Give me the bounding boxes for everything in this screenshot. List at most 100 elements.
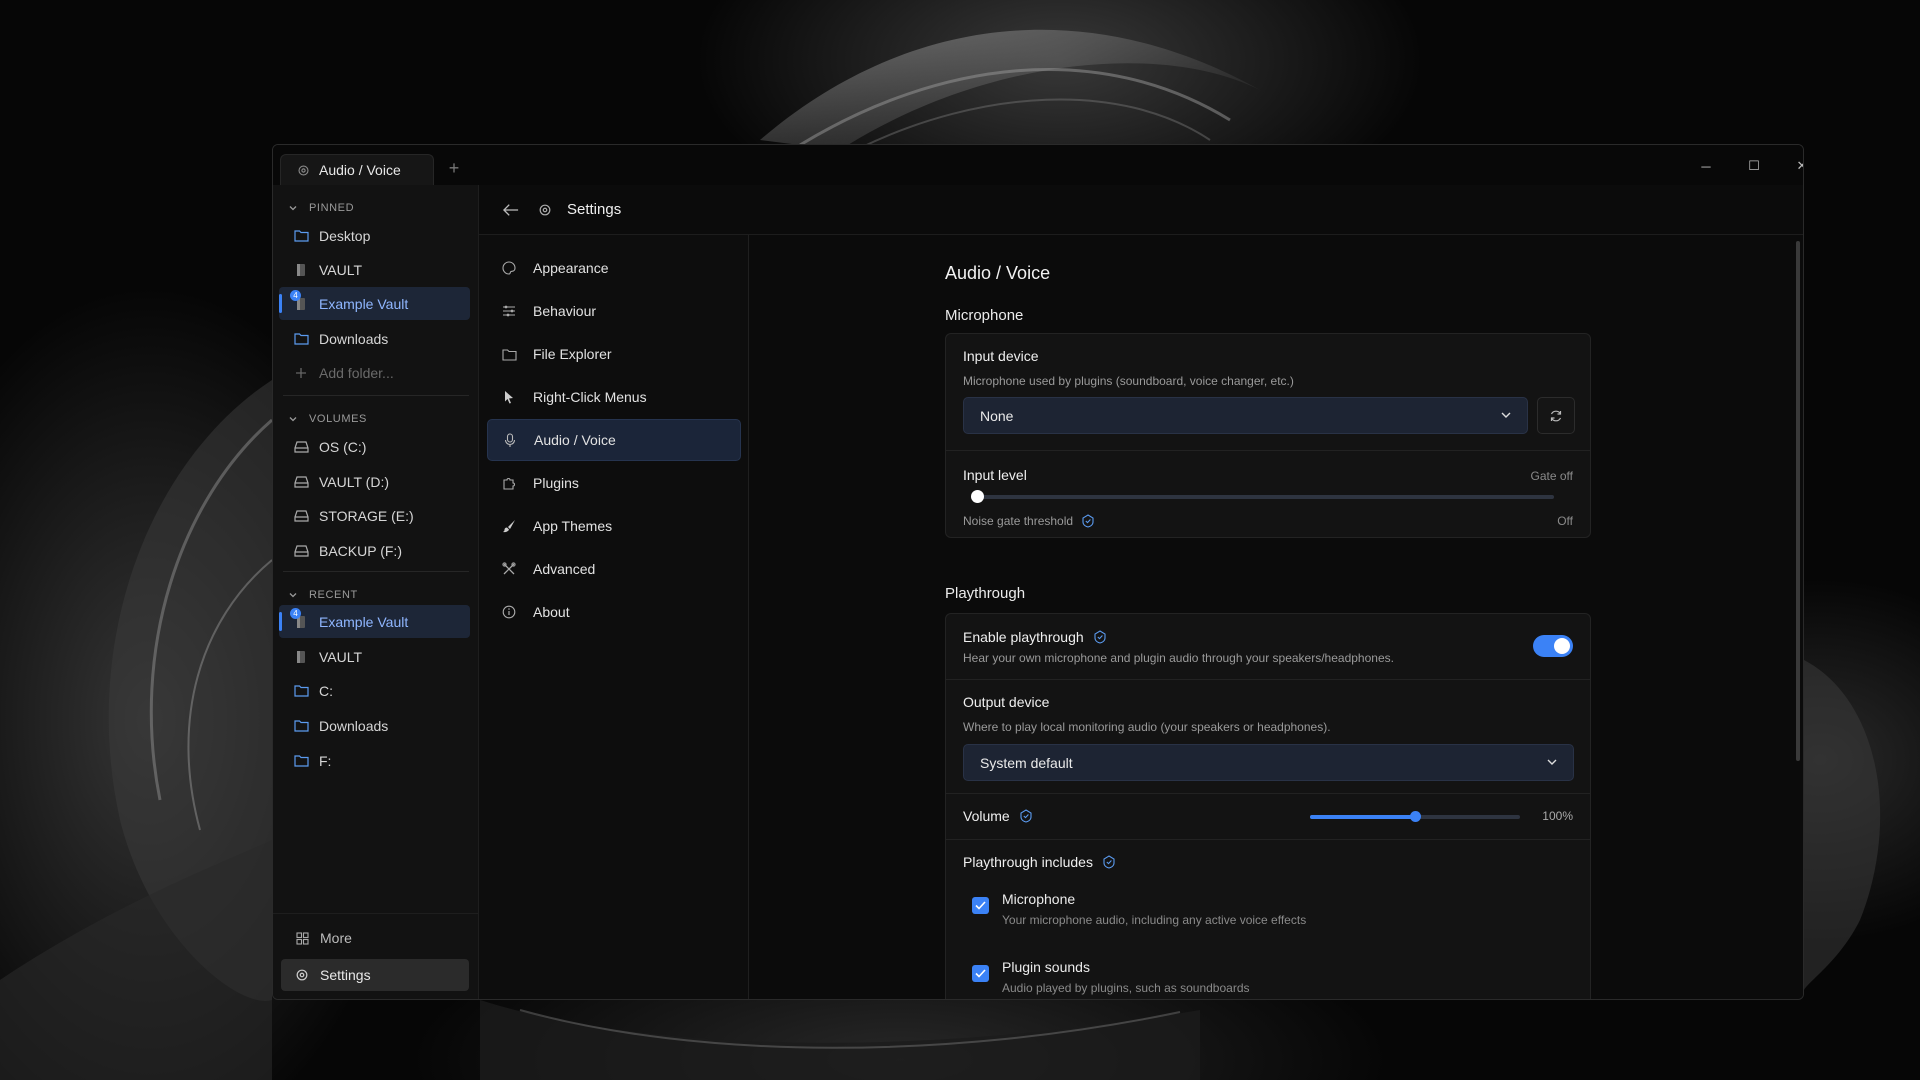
checkmark-icon	[973, 966, 989, 982]
output-device-select[interactable]: System default	[963, 744, 1574, 781]
microphone-icon	[502, 432, 518, 448]
recent-item-vault[interactable]: VAULT	[279, 640, 470, 673]
input-device-select[interactable]: None	[963, 397, 1528, 434]
include-plugin-sounds-title: Plugin sounds	[1002, 959, 1090, 975]
shield-check-icon[interactable]	[1018, 808, 1034, 824]
sliders-icon	[501, 303, 517, 319]
sidebar-item-backup-f[interactable]: BACKUP (F:)	[279, 534, 470, 567]
vault-badge: 4	[290, 289, 301, 301]
noise-gate-slider-thumb[interactable]	[971, 490, 984, 503]
input-device-label: Input device	[963, 348, 1039, 364]
sidebar-item-storage-e[interactable]: STORAGE (E:)	[279, 499, 470, 532]
sidebar-item-label: OS (C:)	[319, 438, 367, 455]
volume-label-wrap: Volume	[963, 808, 1034, 824]
menu-item-label: Advanced	[533, 561, 596, 577]
sidebar-item-vault[interactable]: VAULT	[279, 253, 470, 286]
sidebar-item-label: C:	[319, 682, 333, 699]
include-plugin-sounds-checkbox[interactable]	[972, 965, 989, 982]
volume-slider[interactable]	[1310, 811, 1520, 822]
sidebar-item-label: Downloads	[319, 330, 389, 347]
recent-header: RECENT	[309, 589, 358, 601]
checkmark-icon	[973, 898, 989, 914]
recent-item-f[interactable]: F:	[279, 744, 470, 777]
cursor-icon	[501, 389, 517, 405]
refresh-devices-button[interactable]	[1537, 397, 1575, 434]
menu-item-label: Right-Click Menus	[533, 389, 647, 405]
gear-icon	[294, 967, 310, 983]
input-level-label: Input level	[963, 467, 1027, 483]
folder-icon	[293, 753, 309, 769]
playthrough-section-title: Playthrough	[945, 585, 1026, 602]
sidebar-item-example-vault[interactable]: 4 Example Vault	[279, 287, 470, 320]
menu-item-label: Behaviour	[533, 303, 597, 319]
new-tab-button[interactable]: +	[445, 158, 463, 179]
menu-item-advanced[interactable]: Advanced	[487, 548, 741, 590]
menu-item-label: Appearance	[533, 260, 609, 276]
content-header: Settings	[479, 185, 1803, 235]
input-level-row: Input level Gate off Noise gate threshol…	[946, 450, 1590, 539]
pinned-header: PINNED	[309, 202, 355, 214]
tab-audio-voice[interactable]: Audio / Voice	[280, 154, 434, 185]
add-folder-button[interactable]: Add folder...	[279, 356, 470, 389]
maximize-button[interactable]: ☐	[1734, 155, 1774, 177]
menu-item-label: Audio / Voice	[534, 432, 616, 448]
sidebar: PINNED Desktop VAULT 4 Example Vault Dow…	[273, 185, 479, 999]
info-icon[interactable]	[1080, 513, 1096, 529]
pinned-section-toggle[interactable]: PINNED	[285, 198, 354, 218]
sidebar-item-label: STORAGE (E:)	[319, 507, 414, 524]
recent-item-downloads[interactable]: Downloads	[279, 709, 470, 742]
enable-playthrough-toggle[interactable]	[1533, 635, 1573, 657]
divider	[283, 395, 469, 396]
more-button[interactable]: More	[281, 922, 469, 954]
noise-gate-slider[interactable]	[971, 490, 1554, 503]
menu-item-app-themes[interactable]: App Themes	[487, 505, 741, 547]
gear-icon	[295, 162, 311, 178]
info-icon	[501, 604, 517, 620]
sidebar-item-label: F:	[319, 752, 332, 769]
playthrough-includes-row: Playthrough includes Microphone Your mic…	[946, 839, 1590, 999]
shield-check-icon[interactable]	[1092, 629, 1108, 645]
sidebar-item-desktop[interactable]: Desktop	[279, 219, 470, 252]
settings-menu: Appearance Behaviour File Explorer Right…	[479, 235, 749, 999]
app-window: Audio / Voice + ─ ☐ ✕ PINNED Desktop VAU…	[272, 144, 1804, 1000]
menu-item-about[interactable]: About	[487, 591, 741, 633]
minimize-button[interactable]: ─	[1686, 155, 1726, 177]
output-device-desc: Where to play local monitoring audio (yo…	[963, 720, 1331, 734]
volumes-section-toggle[interactable]: VOLUMES	[285, 409, 367, 429]
vault-icon: 4	[290, 607, 309, 630]
chevron-down-icon	[1499, 408, 1513, 425]
menu-item-file-explorer[interactable]: File Explorer	[487, 333, 741, 375]
enable-playthrough-label-wrap: Enable playthrough	[963, 629, 1108, 645]
include-microphone-title: Microphone	[1002, 891, 1076, 907]
menu-item-behaviour[interactable]: Behaviour	[487, 290, 741, 332]
close-button[interactable]: ✕	[1782, 155, 1803, 177]
sidebar-item-os-c[interactable]: OS (C:)	[279, 430, 470, 463]
sidebar-item-vault-d[interactable]: VAULT (D:)	[279, 465, 470, 498]
input-device-row: Input device Microphone used by plugins …	[946, 334, 1590, 450]
page-title: Settings	[567, 201, 622, 218]
settings-button[interactable]: Settings	[281, 959, 469, 991]
sidebar-item-downloads[interactable]: Downloads	[279, 322, 470, 355]
folder-icon	[293, 331, 309, 347]
chevron-down-icon	[285, 587, 301, 603]
volumes-header: VOLUMES	[309, 413, 367, 425]
include-microphone-checkbox[interactable]	[972, 897, 989, 914]
recent-item-example-vault[interactable]: 4 Example Vault	[279, 605, 470, 638]
recent-item-c[interactable]: C:	[279, 674, 470, 707]
back-arrow-icon[interactable]	[503, 202, 519, 218]
input-device-value: None	[980, 407, 1014, 424]
menu-item-audio-voice[interactable]: Audio / Voice	[487, 419, 741, 461]
scrollbar[interactable]	[1796, 241, 1800, 761]
vault-icon: 4	[290, 289, 309, 312]
menu-item-appearance[interactable]: Appearance	[487, 247, 741, 289]
volume-slider-thumb[interactable]	[1410, 811, 1421, 822]
title-bar: Audio / Voice + ─ ☐ ✕	[273, 145, 1803, 185]
vault-icon	[293, 649, 309, 665]
input-device-desc: Microphone used by plugins (soundboard, …	[963, 374, 1294, 388]
menu-item-right-click-menus[interactable]: Right-Click Menus	[487, 376, 741, 418]
sidebar-item-label: BACKUP (F:)	[319, 542, 402, 559]
shield-check-icon[interactable]	[1101, 854, 1117, 870]
noise-gate-value: Off	[1557, 514, 1573, 528]
menu-item-plugins[interactable]: Plugins	[487, 462, 741, 504]
recent-section-toggle[interactable]: RECENT	[285, 585, 358, 605]
